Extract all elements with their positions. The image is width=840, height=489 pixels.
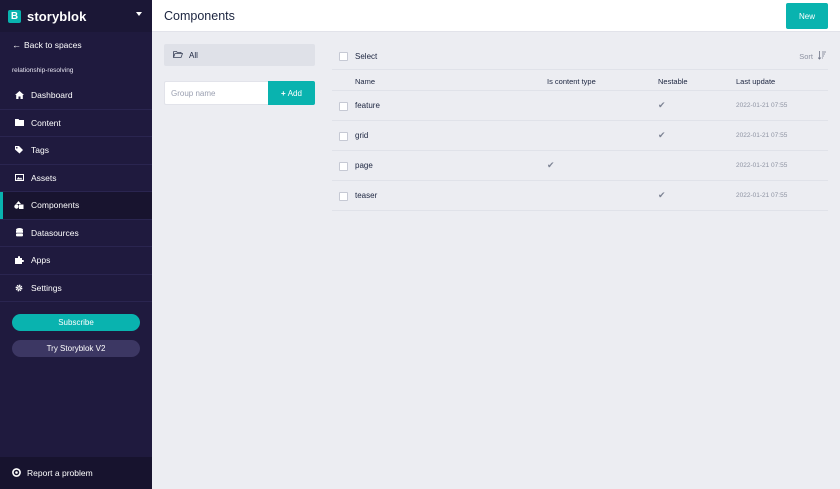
sort-label: Sort xyxy=(799,52,813,61)
report-problem-link[interactable]: Report a problem xyxy=(0,457,152,489)
brand-bar[interactable]: B storyblok xyxy=(0,0,152,32)
storyblok-logo-icon: B xyxy=(8,9,21,23)
last-update: 2022-01-21 07:55 xyxy=(736,102,788,109)
lifebuoy-icon xyxy=(12,467,21,479)
try-storyblok-v2-button[interactable]: Try Storyblok V2 xyxy=(12,340,140,357)
sidebar-item-label: Datasources xyxy=(31,227,79,238)
sidebar-item-label: Content xyxy=(31,117,61,128)
sidebar-item-label: Settings xyxy=(31,282,62,293)
column-header-last-update[interactable]: Last update xyxy=(736,77,775,86)
sidebar-item-apps[interactable]: Apps xyxy=(0,247,152,275)
report-label: Report a problem xyxy=(27,468,93,478)
component-name[interactable]: page xyxy=(355,161,373,170)
select-all-checkbox[interactable] xyxy=(339,51,348,61)
sidebar-item-content[interactable]: Content xyxy=(0,110,152,137)
component-name[interactable]: feature xyxy=(355,101,380,110)
sidebar-item-assets[interactable]: Assets xyxy=(0,165,152,192)
check-icon: ✔ xyxy=(658,130,666,140)
last-update: 2022-01-21 07:55 xyxy=(736,132,788,139)
caret-down-icon[interactable] xyxy=(136,12,142,16)
last-update: 2022-01-21 07:55 xyxy=(736,162,788,169)
sidebar-item-settings[interactable]: Settings xyxy=(0,275,152,302)
table-header: Name Is content type Nestable Last updat… xyxy=(332,69,828,91)
sidebar-item-label: Components xyxy=(31,200,80,211)
component-name[interactable]: grid xyxy=(355,131,368,140)
add-group-button[interactable]: + Add xyxy=(268,81,315,105)
sidebar-item-label: Dashboard xyxy=(31,90,73,101)
sidebar-item-tags[interactable]: Tags xyxy=(0,137,152,165)
page-header: Components New xyxy=(152,0,840,32)
sidebar-item-label: Tags xyxy=(31,145,49,156)
sort-icon xyxy=(817,51,826,62)
group-name-input[interactable] xyxy=(164,81,268,105)
image-icon xyxy=(14,174,24,182)
back-label: Back to spaces xyxy=(24,40,82,50)
check-icon: ✔ xyxy=(547,160,555,170)
gear-icon xyxy=(14,284,24,292)
add-label: Add xyxy=(287,88,302,98)
table-row[interactable]: teaser ✔ 2022-01-21 07:55 xyxy=(332,181,828,211)
sidebar-item-dashboard[interactable]: Dashboard xyxy=(0,82,152,110)
components-icon xyxy=(14,201,24,210)
check-icon: ✔ xyxy=(658,190,666,200)
sidebar: B storyblok ← Back to spaces relationshi… xyxy=(0,0,152,489)
space-name: relationship-resolving xyxy=(12,66,74,74)
column-header-content-type[interactable]: Is content type xyxy=(547,77,596,86)
tags-icon xyxy=(14,146,24,154)
row-checkbox[interactable] xyxy=(339,132,348,141)
plus-icon: + xyxy=(281,88,286,98)
folder-icon xyxy=(14,119,24,127)
sidebar-item-datasources[interactable]: Datasources xyxy=(0,220,152,247)
row-checkbox[interactable] xyxy=(339,162,348,171)
column-header-name[interactable]: Name xyxy=(355,77,375,86)
group-all-item[interactable]: All xyxy=(164,44,315,66)
page-title: Components xyxy=(164,8,235,23)
row-checkbox[interactable] xyxy=(339,102,348,111)
last-update: 2022-01-21 07:55 xyxy=(736,192,788,199)
check-icon: ✔ xyxy=(658,100,666,110)
column-header-nestable[interactable]: Nestable xyxy=(658,77,688,86)
table-row[interactable]: feature ✔ 2022-01-21 07:55 xyxy=(332,91,828,121)
home-icon xyxy=(14,91,24,100)
row-checkbox[interactable] xyxy=(339,192,348,201)
subscribe-button[interactable]: Subscribe xyxy=(12,314,140,331)
group-all-label: All xyxy=(189,50,198,60)
arrow-left-icon: ← xyxy=(12,40,21,50)
database-icon xyxy=(14,228,24,237)
table-row[interactable]: grid ✔ 2022-01-21 07:55 xyxy=(332,121,828,151)
sidebar-item-components[interactable]: Components xyxy=(0,192,152,220)
brand-name: storyblok xyxy=(27,8,87,24)
puzzle-icon xyxy=(14,256,24,265)
back-to-spaces-link[interactable]: ← Back to spaces xyxy=(0,32,152,58)
sidebar-item-label: Apps xyxy=(31,255,51,266)
select-label: Select xyxy=(355,51,378,61)
new-component-button[interactable]: New xyxy=(786,3,828,29)
component-name[interactable]: teaser xyxy=(355,191,377,200)
table-row[interactable]: page ✔ 2022-01-21 07:55 xyxy=(332,151,828,181)
select-all-row: Select Sort xyxy=(332,45,828,67)
folder-open-icon xyxy=(173,50,184,60)
sidebar-item-label: Assets xyxy=(31,172,57,183)
sort-button[interactable]: Sort xyxy=(799,51,826,62)
